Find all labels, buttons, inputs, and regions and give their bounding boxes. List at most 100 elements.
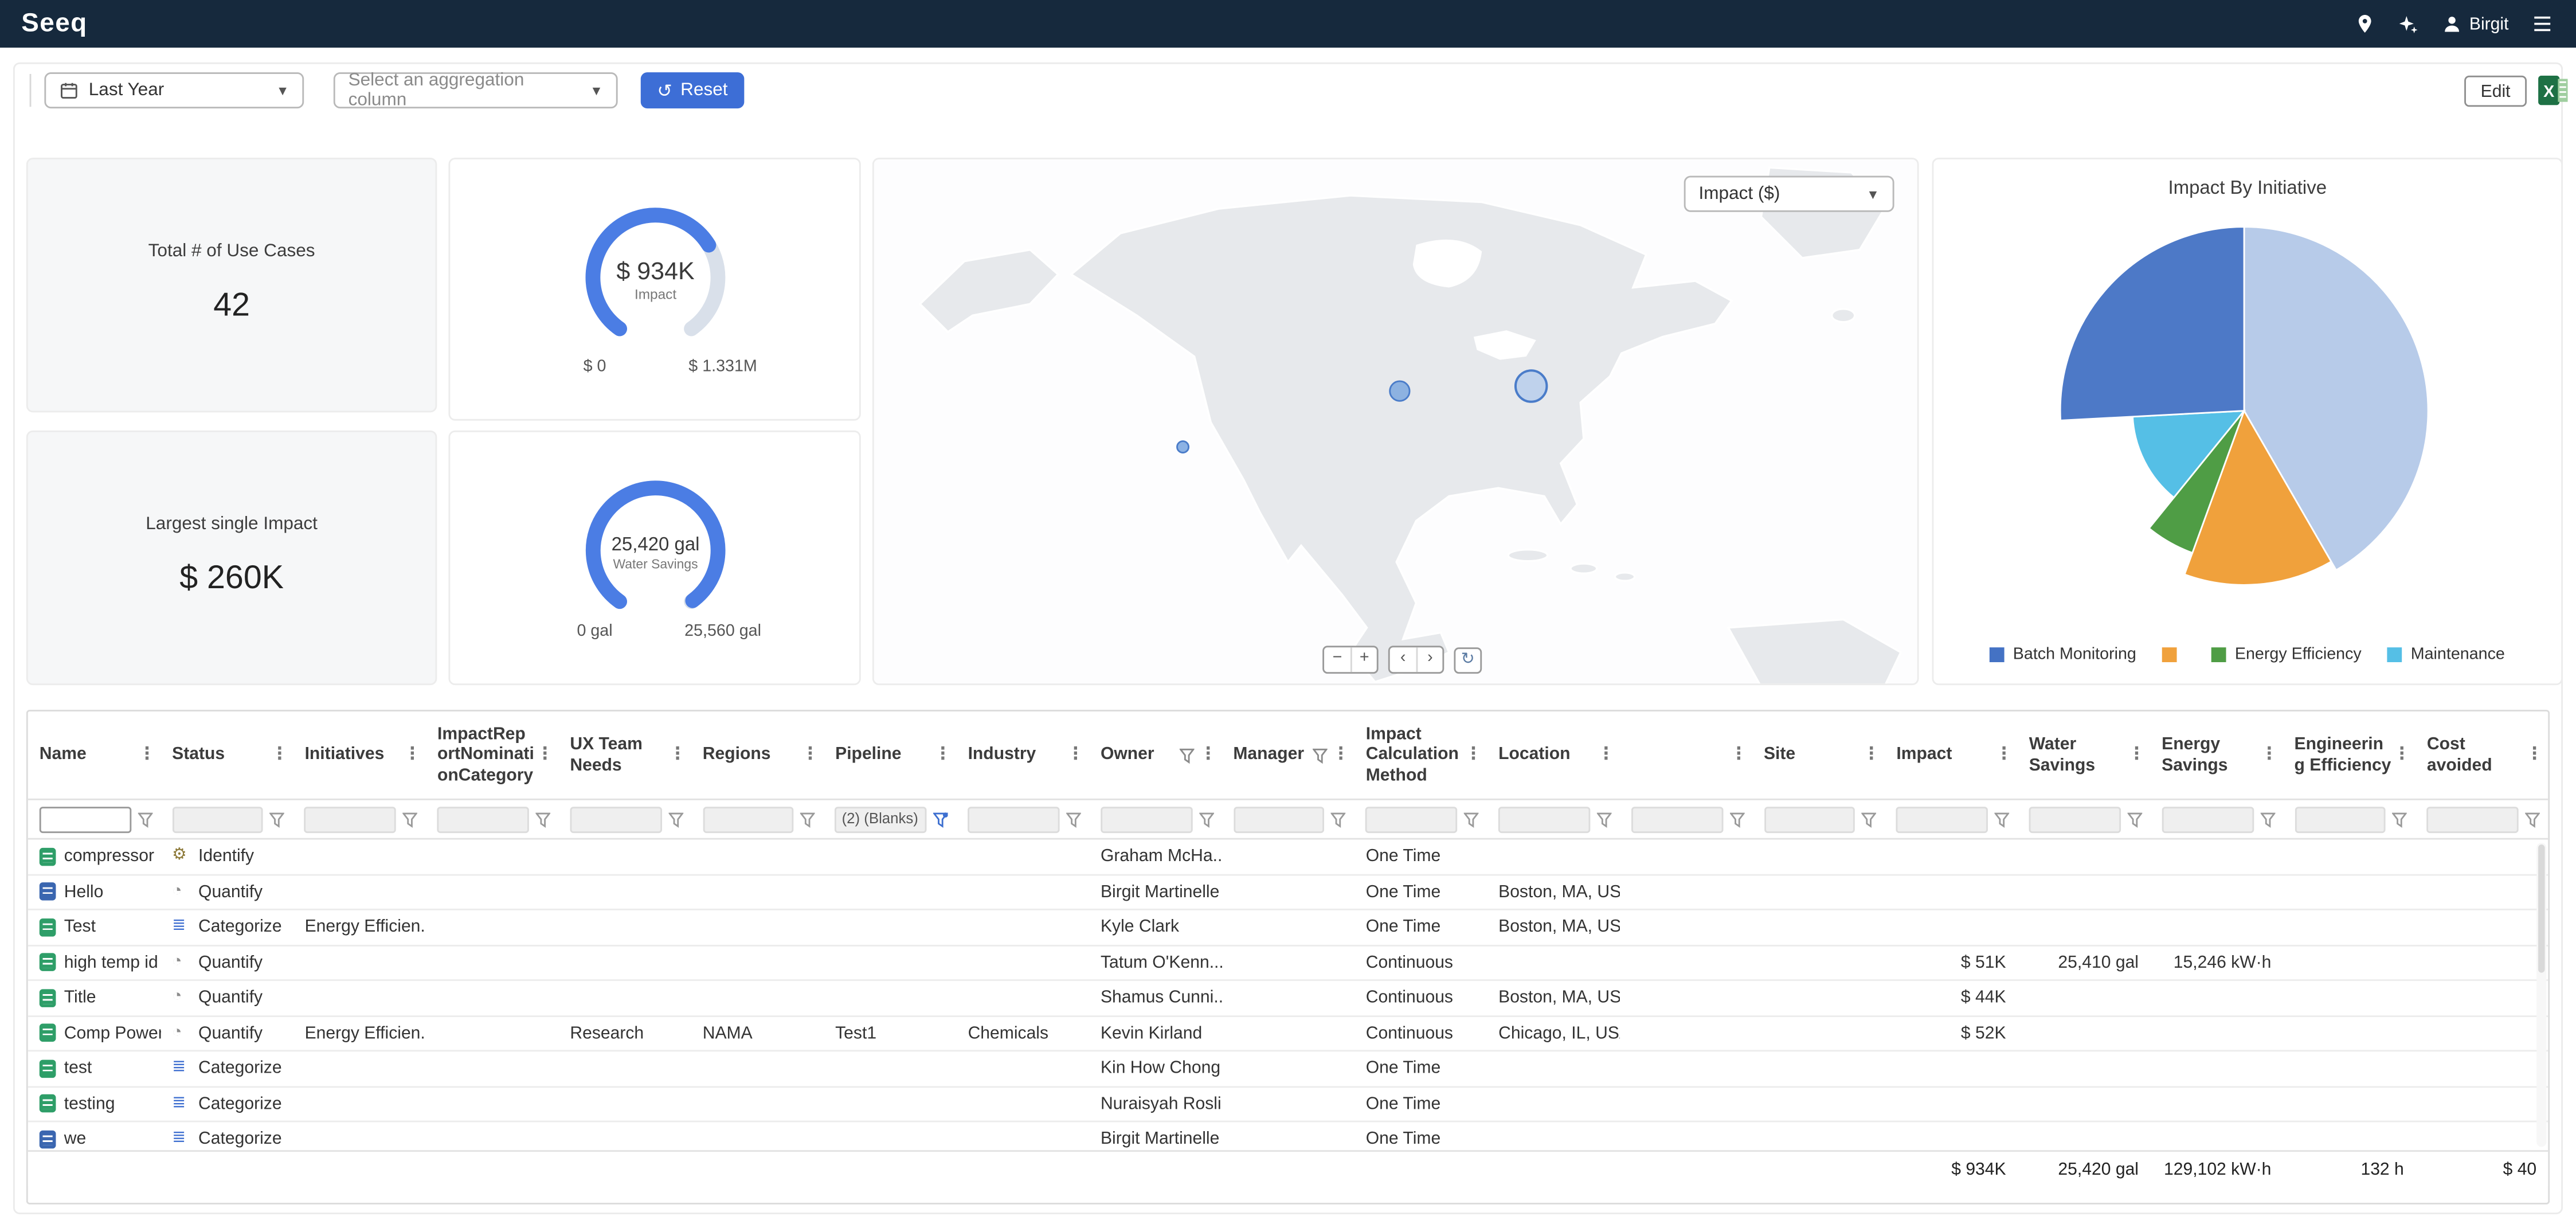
pie-slice-batch-monitoring[interactable] <box>2060 227 2244 421</box>
column-menu-icon[interactable]: ⋮ <box>1994 745 2013 765</box>
table-row[interactable]: high temp idQuantifyTatum O'Kenn...Conti… <box>28 945 2548 981</box>
filter-cell-impact_calc[interactable] <box>1354 800 1487 838</box>
cell-manager[interactable] <box>1222 1016 1354 1050</box>
pan-left-button[interactable]: ‹ <box>1390 647 1416 672</box>
filter-input-location[interactable] <box>1498 806 1590 832</box>
cell-extra[interactable] <box>1619 981 1752 1015</box>
cell-name[interactable]: high temp id <box>28 945 160 979</box>
cell-water[interactable] <box>2018 1087 2150 1121</box>
map-metric-select[interactable]: Impact ($) ▼ <box>1684 176 1894 212</box>
cell-initiatives[interactable] <box>293 840 426 874</box>
filter-funnel-icon[interactable] <box>1464 811 1479 827</box>
cell-status[interactable]: Identify <box>160 840 293 874</box>
cell-initiatives[interactable] <box>293 1051 426 1085</box>
column-header-energy[interactable]: Energy Savings ⋮ <box>2150 711 2283 799</box>
filter-cell-energy[interactable] <box>2150 800 2283 838</box>
cell-energy[interactable] <box>2150 840 2283 874</box>
filter-cell-impact_report[interactable] <box>426 800 558 838</box>
filter-cell-extra[interactable] <box>1619 800 1752 838</box>
cell-impact[interactable] <box>1885 1051 2017 1085</box>
cell-impact[interactable] <box>1885 875 2017 909</box>
cell-impact[interactable] <box>1885 1087 2017 1121</box>
cell-extra[interactable] <box>1619 875 1752 909</box>
column-menu-icon[interactable]: ⋮ <box>1596 745 1615 765</box>
cell-industry[interactable] <box>957 981 1089 1015</box>
cell-ux_team[interactable] <box>558 1051 691 1085</box>
cell-owner[interactable]: Birgit Martinelle <box>1089 875 1222 909</box>
filter-cell-pipeline[interactable]: (2) (Blanks) <box>824 800 956 838</box>
cell-manager[interactable] <box>1222 1087 1354 1121</box>
cell-impact_report[interactable] <box>426 1087 558 1121</box>
cell-status[interactable]: Categorize <box>160 1051 293 1085</box>
cell-ux_team[interactable] <box>558 945 691 979</box>
cell-impact_calc[interactable]: One Time <box>1354 910 1487 944</box>
cell-eng_eff[interactable] <box>2283 981 2415 1015</box>
column-menu-icon[interactable]: ⋮ <box>137 745 156 765</box>
filter-funnel-icon[interactable] <box>138 811 152 827</box>
cell-owner[interactable]: Nuraisyah Rosli <box>1089 1087 1222 1121</box>
map-reset-button[interactable]: ↻ <box>1454 647 1482 673</box>
cell-location[interactable] <box>1487 1087 1619 1121</box>
cell-ux_team[interactable] <box>558 840 691 874</box>
cell-manager[interactable] <box>1222 910 1354 944</box>
cell-impact_calc[interactable]: One Time <box>1354 875 1487 909</box>
cell-cost[interactable] <box>2416 981 2548 1015</box>
column-menu-icon[interactable]: ⋮ <box>1198 745 1217 765</box>
filter-input-impact_report[interactable] <box>437 806 529 832</box>
cell-impact_report[interactable] <box>426 910 558 944</box>
filter-cell-initiatives[interactable] <box>293 800 426 838</box>
cell-pipeline[interactable] <box>824 910 956 944</box>
cell-industry[interactable] <box>957 1051 1089 1085</box>
zoom-out-button[interactable]: − <box>1324 647 1350 672</box>
cell-initiatives[interactable] <box>293 875 426 909</box>
cell-status[interactable]: Quantify <box>160 1016 293 1050</box>
filter-input-ux_team[interactable] <box>570 806 661 832</box>
cell-regions[interactable] <box>691 1087 824 1121</box>
column-header-manager[interactable]: Manager ⋮ <box>1222 711 1354 799</box>
cell-impact_calc[interactable]: One Time <box>1354 1087 1487 1121</box>
filter-input-pipeline[interactable]: (2) (Blanks) <box>835 806 927 832</box>
table-row[interactable]: TestCategorizeEnergy Efficien...Kyle Cla… <box>28 910 2548 946</box>
filter-cell-cost[interactable] <box>2416 800 2548 838</box>
time-range-select[interactable]: Last Year ▼ <box>44 72 304 108</box>
filter-cell-manager[interactable] <box>1222 800 1354 838</box>
filter-funnel-icon[interactable] <box>1862 811 1877 827</box>
cell-eng_eff[interactable] <box>2283 910 2415 944</box>
cell-eng_eff[interactable] <box>2283 1016 2415 1050</box>
cell-extra[interactable] <box>1619 1016 1752 1050</box>
cell-water[interactable] <box>2018 981 2150 1015</box>
column-header-cost[interactable]: Cost avoided ⋮ <box>2416 711 2548 799</box>
column-menu-icon[interactable]: ⋮ <box>2524 745 2543 765</box>
cell-impact[interactable] <box>1885 840 2017 874</box>
cell-water[interactable]: 25,410 gal <box>2018 945 2150 979</box>
cell-ux_team[interactable] <box>558 875 691 909</box>
initiative-pie-chart[interactable] <box>2060 227 2428 595</box>
table-row[interactable]: testingCategorizeNuraisyah RosliOne Time <box>28 1087 2548 1123</box>
cell-pipeline[interactable] <box>824 945 956 979</box>
column-header-name[interactable]: Name ⋮ <box>28 711 160 799</box>
cell-water[interactable] <box>2018 1016 2150 1050</box>
cell-impact_calc[interactable]: One Time <box>1354 1051 1487 1085</box>
cell-initiatives[interactable] <box>293 945 426 979</box>
cell-cost[interactable] <box>2416 910 2548 944</box>
filter-funnel-icon[interactable] <box>1199 811 1213 827</box>
column-menu-icon[interactable]: ⋮ <box>2259 745 2278 765</box>
cell-owner[interactable]: Kyle Clark <box>1089 910 1222 944</box>
cell-name[interactable]: Test <box>28 910 160 944</box>
cell-water[interactable] <box>2018 875 2150 909</box>
filter-input-regions[interactable] <box>703 806 794 832</box>
user-menu[interactable]: Birgit <box>2441 13 2508 34</box>
cell-regions[interactable]: NAMA <box>691 1016 824 1050</box>
hamburger-menu-icon[interactable] <box>2530 13 2555 34</box>
cell-cost[interactable] <box>2416 1051 2548 1085</box>
cell-water[interactable] <box>2018 840 2150 874</box>
cell-industry[interactable] <box>957 945 1089 979</box>
filter-funnel-icon[interactable] <box>933 811 948 827</box>
cell-extra[interactable] <box>1619 840 1752 874</box>
filter-funnel-icon[interactable] <box>2525 811 2540 827</box>
cell-pipeline[interactable] <box>824 1051 956 1085</box>
column-header-extra[interactable]: ⋮ <box>1619 711 1752 799</box>
filter-funnel-icon[interactable] <box>2260 811 2274 827</box>
cell-pipeline[interactable] <box>824 981 956 1015</box>
filter-input-manager[interactable] <box>1233 806 1325 832</box>
